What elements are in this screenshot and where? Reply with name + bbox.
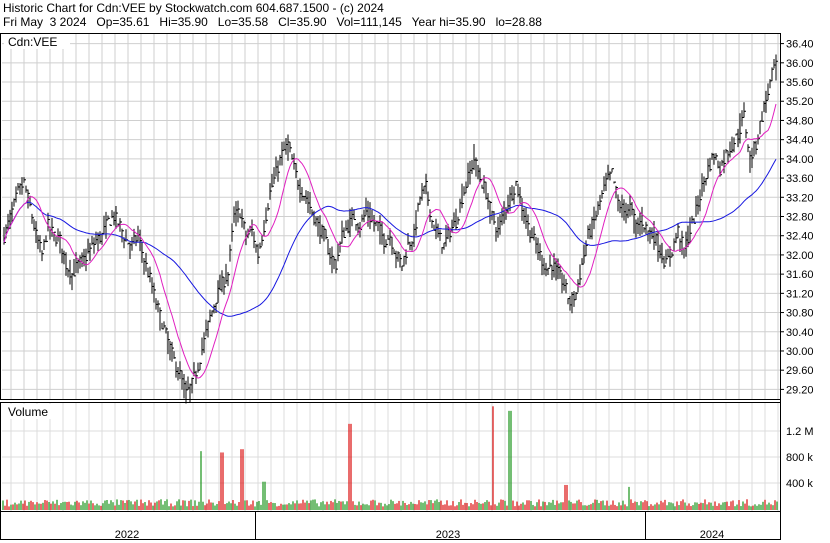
chart-frame <box>0 33 781 540</box>
price-tick-label: 33.60 <box>786 173 814 185</box>
price-tick-label: 30.40 <box>786 327 814 339</box>
price-tick-label: 29.20 <box>786 384 814 396</box>
price-tick-label: 32.00 <box>786 250 814 262</box>
price-tick-label: 35.60 <box>786 77 814 89</box>
price-tick-label: 32.40 <box>786 231 814 243</box>
price-tick-label: 30.80 <box>786 308 814 320</box>
symbol-label: Cdn:VEE <box>8 35 57 49</box>
price-tick-label: 36.00 <box>786 58 814 70</box>
year-tick-label: 2023 <box>436 529 460 541</box>
volume-tick-label: 800 k <box>786 452 813 464</box>
price-tick-label: 34.80 <box>786 115 814 127</box>
year-tick-label: 2024 <box>700 529 724 541</box>
price-tick-label: 36.40 <box>786 39 814 51</box>
price-tick-label: 31.20 <box>786 288 814 300</box>
price-tick-label: 32.80 <box>786 212 814 224</box>
price-tick-label: 31.60 <box>786 269 814 281</box>
year-tick-label: 2022 <box>115 529 139 541</box>
price-axis-labels: 29.20 29.60 30.00 30.40 30.80 31.20 31.60 32.00… <box>780 39 814 396</box>
volume-tick-label: 1.2 M <box>786 426 814 438</box>
price-tick-label: 30.00 <box>786 346 814 358</box>
stock-chart: 29.20 29.60 30.00 30.40 30.80 31.20 31.60 32.00… <box>0 33 814 541</box>
price-tick-label: 33.20 <box>786 192 814 204</box>
price-tick-label: 34.40 <box>786 135 814 147</box>
volume-label: Volume <box>8 405 48 419</box>
volume-grid <box>2 403 780 511</box>
price-tick-label: 34.00 <box>786 154 814 166</box>
price-tick-label: 35.20 <box>786 96 814 108</box>
price-tick-label: 29.60 <box>786 365 814 377</box>
price-grid <box>2 34 780 399</box>
volume-axis-labels: 400 k 800 k 1.2 M <box>786 426 814 490</box>
volume-tick-label: 400 k <box>786 478 813 490</box>
